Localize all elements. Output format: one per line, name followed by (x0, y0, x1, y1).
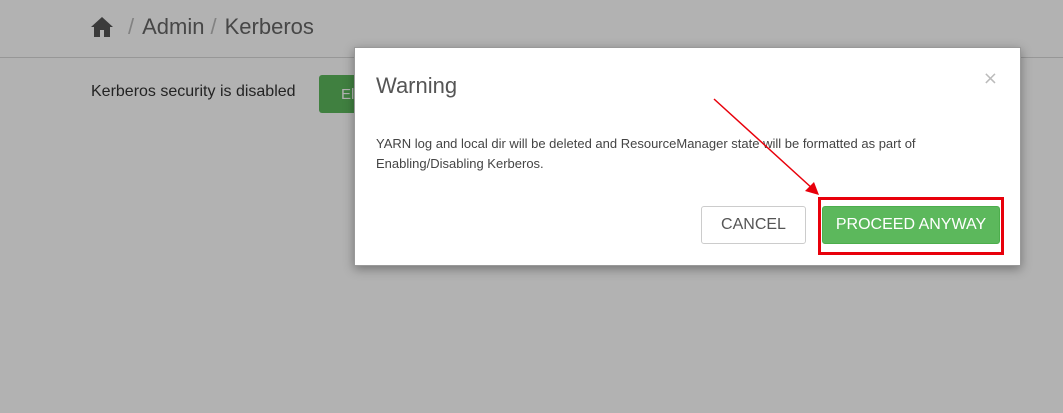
cancel-button[interactable]: CANCEL (701, 206, 806, 244)
modal-message: YARN log and local dir will be deleted a… (376, 134, 976, 174)
modal-message-line: Enabling/Disabling Kerberos. (376, 156, 544, 171)
close-icon[interactable]: × (983, 68, 998, 90)
modal-message-line: YARN log and local dir will be deleted a… (376, 136, 916, 151)
warning-modal: Warning × YARN log and local dir will be… (354, 47, 1021, 266)
modal-title: Warning (376, 73, 458, 98)
proceed-anyway-button[interactable]: PROCEED ANYWAY (822, 206, 1000, 244)
